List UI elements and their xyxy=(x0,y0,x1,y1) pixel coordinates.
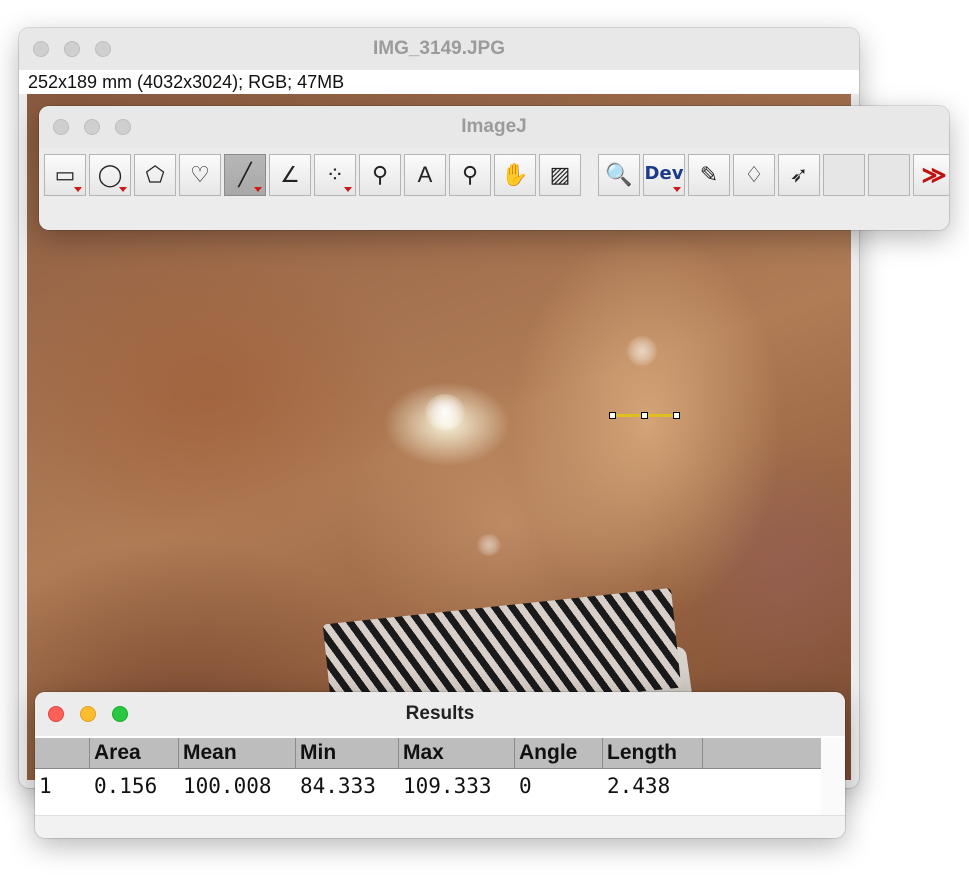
empty-slot-button[interactable] xyxy=(868,154,910,196)
horizontal-scrollbar[interactable] xyxy=(35,815,845,838)
polygon-tool-icon: ⬠ xyxy=(145,162,165,187)
table-cell: 1 xyxy=(39,774,52,798)
angle-tool-icon: ∠ xyxy=(280,162,300,187)
column-header[interactable]: Max xyxy=(399,738,515,768)
specular-highlight xyxy=(425,394,465,430)
image-window-title: IMG_3149.JPG xyxy=(372,38,506,59)
menu-indicator-icon xyxy=(254,187,262,192)
table-cell: 0 xyxy=(519,774,532,798)
polygon-tool-button[interactable]: ⬠ xyxy=(134,154,176,196)
dev-menu-icon: Dev xyxy=(644,162,684,184)
magnifier-tool-icon: ⚲ xyxy=(461,162,479,187)
table-cell: 0.156 xyxy=(94,774,158,798)
freehand-tool-button[interactable]: ♡ xyxy=(179,154,221,196)
line-tool-button[interactable]: ╱ xyxy=(224,154,266,196)
dev-menu-button[interactable]: Dev xyxy=(643,154,685,196)
line-handle-end[interactable] xyxy=(673,412,680,419)
toolbar-title: ImageJ xyxy=(461,116,527,137)
menu-indicator-icon xyxy=(119,187,127,192)
zoom-tool-icon: 🔍 xyxy=(605,162,633,187)
empty-slot-button[interactable] xyxy=(823,154,865,196)
results-window: Results Area Mean Min Max Angle Length 1 0.156… xyxy=(35,692,845,838)
magnifier-tool-button[interactable]: ⚲ xyxy=(449,154,491,196)
image-window-titlebar[interactable]: IMG_3149.JPG xyxy=(19,28,859,70)
angle-tool-button[interactable]: ∠ xyxy=(269,154,311,196)
menu-indicator-icon xyxy=(74,187,82,192)
hand-tool-icon: ✋ xyxy=(501,162,529,187)
image-info: 252x189 mm (4032x3024); RGB; 47MB xyxy=(19,70,859,94)
results-titlebar[interactable]: Results xyxy=(35,692,845,736)
rectangle-tool-button[interactable]: ▭ xyxy=(44,154,86,196)
oval-tool-icon: ◯ xyxy=(97,162,123,187)
arrow-tool-button[interactable]: ➶ xyxy=(778,154,820,196)
results-table: Area Mean Min Max Angle Length 1 0.156 100.008 8… xyxy=(35,738,821,803)
color-picker-tool-button[interactable]: ▨ xyxy=(539,154,581,196)
menu-indicator-icon xyxy=(673,187,681,192)
more-tools-icon: ≫ xyxy=(921,161,947,189)
brush-tool-button[interactable]: ✎ xyxy=(688,154,730,196)
line-handle-start[interactable] xyxy=(609,412,616,419)
specular-highlight xyxy=(627,336,657,366)
table-row[interactable]: 1 0.156 100.008 84.333 109.333 0 2.438 xyxy=(35,769,821,803)
column-header-filler xyxy=(703,738,821,768)
table-cell: 2.438 xyxy=(607,774,671,798)
column-header[interactable]: Min xyxy=(296,738,399,768)
toolbar-titlebar[interactable]: ImageJ xyxy=(39,106,949,148)
table-cell: 109.333 xyxy=(403,774,492,798)
multipoint-tool-icon: ⁘ xyxy=(325,162,345,187)
column-header[interactable]: Mean xyxy=(179,738,296,768)
column-header[interactable]: Area xyxy=(90,738,179,768)
flood-fill-tool-icon: ♢ xyxy=(744,162,764,187)
more-tools-button[interactable]: ≫ xyxy=(913,154,949,196)
column-header[interactable] xyxy=(35,738,90,768)
table-header: Area Mean Min Max Angle Length xyxy=(35,738,821,769)
line-tool-icon: ╱ xyxy=(238,162,252,187)
column-header[interactable]: Length xyxy=(603,738,703,768)
arrow-tool-icon: ➶ xyxy=(789,162,809,187)
rectangle-tool-icon: ▭ xyxy=(54,162,76,187)
multipoint-tool-button[interactable]: ⁘ xyxy=(314,154,356,196)
column-header[interactable]: Angle xyxy=(515,738,603,768)
freehand-tool-icon: ♡ xyxy=(190,162,210,187)
text-tool-icon: A xyxy=(417,162,433,187)
wand-tool-button[interactable]: ⚲ xyxy=(359,154,401,196)
tool-buttons: ▭ ◯ ⬠ ♡ ╱ ∠ ⁘ ⚲ A ⚲ ✋ ▨ 🔍 Dev ✎ ♢ ➶ ≫ xyxy=(44,154,949,196)
specular-highlight xyxy=(477,534,501,556)
table-cell: 84.333 xyxy=(300,774,376,798)
imagej-toolbar-window: ImageJ ▭ ◯ ⬠ ♡ ╱ ∠ ⁘ ⚲ A ⚲ ✋ ▨ 🔍 Dev ✎ ♢ ➶ ≫ xyxy=(39,106,949,230)
zoom-tool-button[interactable]: 🔍 xyxy=(598,154,640,196)
table-cell: 100.008 xyxy=(183,774,272,798)
hand-tool-button[interactable]: ✋ xyxy=(494,154,536,196)
wand-tool-icon: ⚲ xyxy=(371,162,389,187)
text-tool-button[interactable]: A xyxy=(404,154,446,196)
line-selection[interactable] xyxy=(609,412,680,419)
results-title: Results xyxy=(405,703,475,724)
brush-tool-icon: ✎ xyxy=(699,162,719,187)
menu-indicator-icon xyxy=(344,187,352,192)
oval-tool-button[interactable]: ◯ xyxy=(89,154,131,196)
color-picker-tool-icon: ▨ xyxy=(549,162,571,187)
flood-fill-tool-button[interactable]: ♢ xyxy=(733,154,775,196)
line-handle-center[interactable] xyxy=(641,412,648,419)
table-body: 1 0.156 100.008 84.333 109.333 0 2.438 xyxy=(35,769,821,803)
